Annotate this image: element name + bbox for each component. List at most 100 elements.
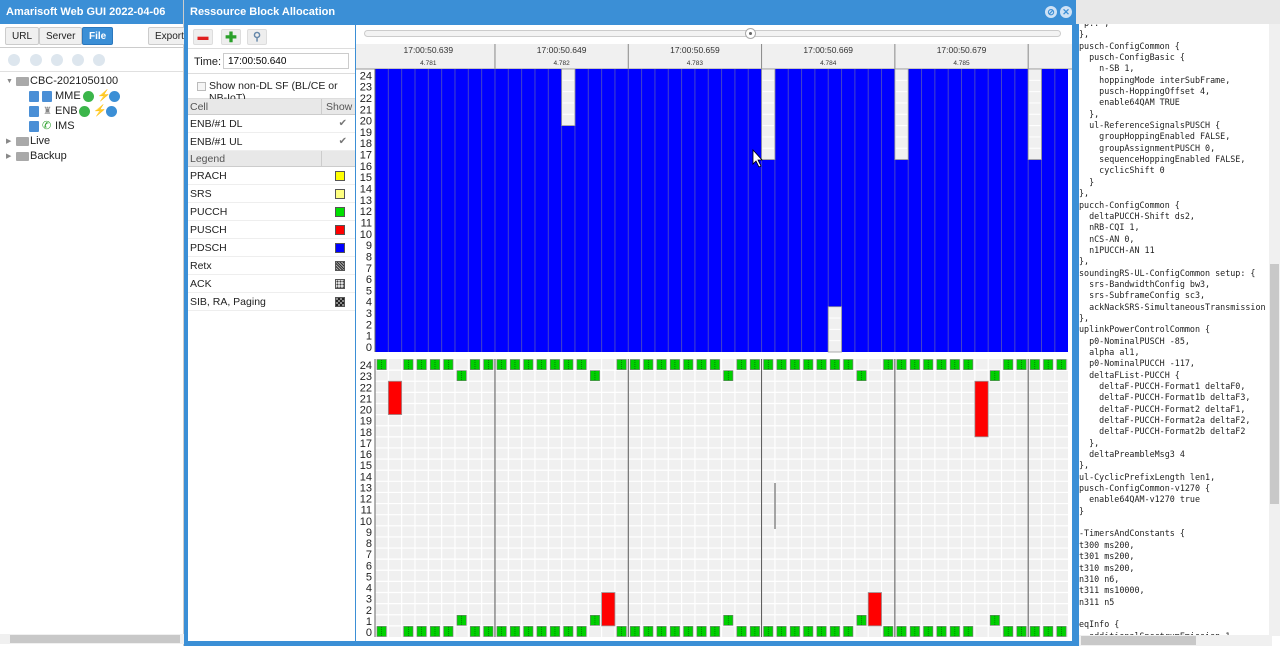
tree-item-enb[interactable]: ♜ ENB ⚡ (0, 104, 183, 119)
legend-swatch (335, 243, 345, 253)
play-icon[interactable] (106, 106, 117, 117)
horizontal-scrollbar[interactable] (1079, 635, 1272, 646)
dl-y-tick: 13 (360, 195, 372, 207)
close-icon[interactable]: ✕ (1060, 6, 1072, 18)
cell-header: Cell (190, 101, 209, 113)
dialog-title: Ressource Block Allocation (190, 6, 336, 18)
server-icon (29, 121, 39, 132)
folder-icon (16, 137, 29, 146)
pusch-block (867, 592, 882, 627)
app-panel: Amarisoft Web GUI 2022-04-06 URL Server … (0, 0, 191, 646)
legend-label: PDSCH (190, 242, 227, 254)
server-button[interactable]: Server (39, 27, 83, 45)
play-icon[interactable] (109, 91, 120, 102)
remove-button[interactable]: ▬ (193, 29, 213, 45)
expand-icon[interactable]: ▶ (6, 134, 11, 149)
link-icon[interactable] (93, 54, 105, 66)
legend-label: PRACH (190, 170, 227, 182)
show-non-dl-checkbox[interactable] (197, 82, 206, 91)
horizontal-scrollbar[interactable] (0, 634, 184, 644)
legend-item: ACK (188, 275, 355, 293)
folder-icon (16, 152, 29, 161)
ul-y-tick: 10 (360, 516, 372, 528)
status-ok-icon (79, 106, 90, 117)
check-icon[interactable] (30, 54, 42, 66)
ul-y-tick: 13 (360, 482, 372, 494)
dl-y-tick: 5 (366, 285, 372, 297)
time-input[interactable] (223, 53, 349, 69)
dl-empty-block (561, 68, 576, 126)
dl-y-tick: 12 (360, 206, 372, 218)
legend-swatch (335, 207, 345, 217)
dl-y-tick: 8 (366, 251, 372, 263)
ul-y-tick: 11 (361, 505, 372, 517)
dl-y-tick: 3 (366, 308, 372, 320)
cell-row[interactable]: ENB/#1 UL ✔ (188, 133, 355, 151)
tree-label: MME (55, 90, 81, 102)
legend-list: PRACH SRS PUCCH PUSCH PDSCH Retx ACK SIB, RA, P… (188, 167, 355, 311)
frame-sfn-label: 4.782 (553, 60, 570, 67)
dl-y-tick: 16 (360, 161, 372, 173)
legend-item: PUCCH (188, 203, 355, 221)
expand-icon[interactable]: ▶ (6, 149, 11, 164)
legend-item: SIB, RA, Paging (188, 293, 355, 311)
cell-name: ENB/#1 DL (190, 118, 243, 130)
cell-name: ENB/#1 UL (190, 136, 243, 148)
config-text-panel: p.. , }, pusch-ConfigCommon { pusch-Conf… (1076, 24, 1280, 646)
legend-label: Retx (190, 260, 212, 272)
dl-y-tick: 2 (366, 319, 372, 331)
phone-icon: ✆ (42, 120, 52, 132)
rb-allocation-dialog: Ressource Block Allocation ⊘ ✕ ▬ ✚ ⚲ Tim… (184, 0, 1076, 646)
status-ok-icon (83, 91, 94, 102)
ul-y-tick: 22 (360, 382, 372, 394)
pin-icon[interactable]: ⊘ (1045, 6, 1057, 18)
antenna-icon: ♜ (43, 106, 52, 117)
ul-y-tick: 14 (360, 471, 372, 483)
show-checkbox[interactable]: ✔ (339, 115, 347, 133)
options-panel: ▬ ✚ ⚲ Time: Show non-DL SF (BL/CE or NB-… (188, 25, 355, 641)
tree-item-live[interactable]: ▶ Live (0, 134, 183, 149)
config-text: p.. , }, pusch-ConfigCommon { pusch-Conf… (1079, 24, 1280, 641)
dl-y-tick: 10 (360, 229, 372, 241)
legend-swatch (335, 261, 345, 271)
ul-y-tick: 12 (360, 494, 372, 506)
expand-icon[interactable]: ▼ (6, 74, 13, 89)
dl-y-tick: 0 (366, 342, 372, 354)
vertical-scrollbar[interactable] (1269, 24, 1280, 636)
frame-sfn-label: 4.783 (687, 60, 704, 67)
tree-label: IMS (55, 120, 75, 132)
wrench-icon[interactable] (8, 54, 20, 66)
tree-item-cbc[interactable]: ▼ CBC-2021050100 (0, 74, 183, 89)
url-button[interactable]: URL (5, 27, 40, 45)
tree-item-mme[interactable]: MME ⚡ (0, 89, 183, 104)
app-title: Amarisoft Web GUI 2022-04-06 (0, 0, 183, 24)
dl-y-tick: 1 (366, 331, 372, 343)
refresh-icon[interactable] (51, 54, 63, 66)
file-button[interactable]: File (82, 27, 114, 45)
tree-label: Backup (30, 150, 67, 162)
search-button[interactable]: ⚲ (247, 29, 267, 45)
cell-row[interactable]: ENB/#1 DL ✔ (188, 115, 355, 133)
tree-item-backup[interactable]: ▶ Backup (0, 149, 183, 164)
tree-item-ims[interactable]: ✆ IMS (0, 119, 183, 134)
server-icon (29, 91, 39, 102)
add-button[interactable]: ✚ (221, 29, 241, 45)
pusch-block (974, 380, 989, 438)
time-row: Time: (188, 49, 355, 74)
tree-label: Live (30, 135, 51, 147)
frame-sfn-label: 4.784 (820, 60, 837, 67)
dl-y-tick: 14 (360, 184, 372, 196)
ul-y-tick: 8 (366, 538, 372, 550)
ul-y-tick: 24 (360, 360, 372, 372)
legend-label: SRS (190, 188, 212, 200)
legend-swatch (335, 225, 345, 235)
ul-y-tick: 19 (360, 416, 372, 428)
bolt-icon: ⚡ (93, 105, 107, 117)
legend-swatch (335, 297, 345, 307)
ul-y-tick: 6 (366, 560, 372, 572)
ul-y-tick: 4 (366, 583, 372, 595)
show-non-dl-row[interactable]: Show non-DL SF (BL/CE or NB-IoT) (188, 74, 355, 104)
play-icon[interactable] (72, 54, 84, 66)
frame-time-label: 17:00:50.639 (403, 45, 453, 55)
show-checkbox[interactable]: ✔ (339, 133, 347, 151)
